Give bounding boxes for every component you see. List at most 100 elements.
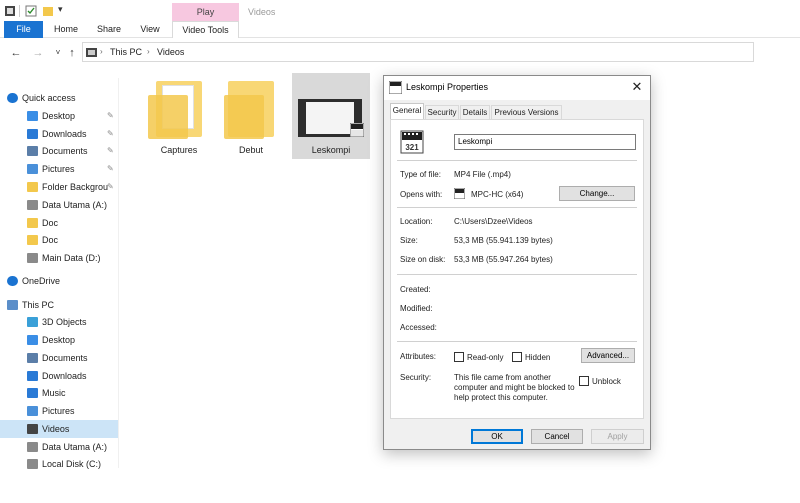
documents-icon	[27, 353, 38, 363]
tab-home[interactable]: Home	[50, 21, 82, 38]
read-only-checkbox[interactable]	[454, 352, 464, 362]
close-icon[interactable]: ✕	[630, 79, 644, 95]
sidebar-item-label: Data Utama (A:)	[42, 442, 108, 452]
pin-icon[interactable]: ✎	[107, 125, 114, 143]
sidebar-item[interactable]: Folder Backgrou ✎	[0, 178, 118, 196]
divider	[397, 274, 637, 275]
opens-with-label: Opens with:	[400, 190, 443, 199]
advanced-button[interactable]: Advanced...	[581, 348, 635, 363]
pin-icon[interactable]: ✎	[107, 107, 114, 125]
qat-customize-icon[interactable]: ▾	[58, 4, 63, 15]
cancel-button[interactable]: Cancel	[531, 429, 583, 444]
sidebar-item[interactable]: Quick access	[0, 89, 118, 107]
dialog-title: Leskompi Properties	[406, 82, 489, 92]
type-of-file-label: Type of file:	[400, 170, 441, 179]
drive-icon	[27, 442, 38, 452]
back-icon[interactable]: ←	[10, 46, 22, 60]
context-tab-play[interactable]: Play	[172, 3, 239, 21]
qat-divider	[19, 5, 20, 17]
change-button[interactable]: Change...	[559, 186, 635, 201]
pin-icon[interactable]: ✎	[107, 142, 114, 160]
sidebar-item[interactable]: Documents	[0, 349, 118, 367]
sidebar-item-label: Main Data (D:)	[42, 253, 101, 263]
file-name-input[interactable]: Leskompi	[454, 134, 636, 150]
sidebar-item[interactable]: Data Utama (A:)	[0, 438, 118, 456]
sidebar-item[interactable]: Documents ✎	[0, 142, 118, 160]
location-label: Location:	[400, 217, 433, 226]
security-label: Security:	[400, 373, 432, 382]
tab-details[interactable]: Details	[460, 105, 490, 120]
unblock-checkbox[interactable]	[579, 376, 589, 386]
size-on-disk-label: Size on disk:	[400, 255, 446, 264]
sidebar-item[interactable]: Doc	[0, 231, 118, 249]
file-item-debut[interactable]: Debut	[212, 73, 290, 159]
sidebar-item[interactable]: Pictures ✎	[0, 160, 118, 178]
security-text-line-3: help protect this computer.	[454, 393, 548, 402]
forward-icon[interactable]: →	[32, 46, 44, 60]
attributes-label: Attributes:	[400, 352, 437, 361]
properties-icon[interactable]	[25, 5, 37, 17]
sidebar-item[interactable]: OneDrive	[0, 272, 118, 290]
up-icon[interactable]: ↑	[66, 46, 78, 60]
computer-icon	[7, 300, 18, 310]
sidebar-item[interactable]: This PC	[0, 296, 118, 314]
breadcrumb-videos[interactable]: Videos	[157, 47, 184, 57]
pin-icon[interactable]: ✎	[107, 178, 114, 196]
address-bar[interactable]: › This PC › Videos	[82, 42, 754, 62]
folder-front-icon	[148, 95, 188, 139]
breadcrumb-separator-icon: ›	[100, 47, 103, 56]
modified-label: Modified:	[400, 304, 433, 313]
sidebar-item[interactable]: Videos	[0, 420, 118, 438]
mpc-hc-app-icon: 321	[400, 130, 424, 154]
ok-button[interactable]: OK	[471, 429, 523, 444]
sidebar-item-label: 3D Objects	[42, 317, 87, 327]
sidebar-item[interactable]: Downloads ✎	[0, 125, 118, 143]
general-panel: 321 Leskompi Type of file: MP4 File (.mp…	[390, 119, 644, 419]
sidebar-item[interactable]: Music	[0, 384, 118, 402]
explorer-video-icon	[5, 6, 15, 16]
sidebar-item[interactable]: Main Data (D:)	[0, 249, 118, 267]
tab-share[interactable]: Share	[92, 21, 126, 38]
hidden-checkbox[interactable]	[512, 352, 522, 362]
sidebar-item-label: Doc	[42, 218, 59, 228]
breadcrumb-separator-icon: ›	[147, 47, 150, 56]
sidebar-item[interactable]: Doc	[0, 214, 118, 232]
sidebar-item[interactable]: Local Disk (C:)	[0, 455, 118, 473]
pin-icon[interactable]: ✎	[107, 160, 114, 178]
unblock-label: Unblock	[592, 377, 621, 386]
tab-general[interactable]: General	[390, 103, 424, 120]
folder-icon	[27, 235, 38, 245]
file-item-captures[interactable]: Captures	[140, 73, 218, 159]
tab-video-tools[interactable]: Video Tools	[172, 21, 239, 38]
sidebar-item-label: Desktop	[42, 111, 76, 121]
tab-previous-versions[interactable]: Previous Versions	[491, 105, 562, 120]
sidebar-item-label: Music	[42, 388, 66, 398]
pictures-icon	[27, 164, 38, 174]
video-frame	[306, 102, 354, 134]
sidebar-item[interactable]: Downloads	[0, 367, 118, 385]
sidebar-item[interactable]: 3D Objects	[0, 313, 118, 331]
folder-icon	[27, 218, 38, 228]
file-item-leskompi[interactable]: Leskompi	[292, 73, 370, 159]
dialog-titlebar: Leskompi Properties ✕	[384, 76, 650, 100]
sidebar-item[interactable]: Pictures	[0, 402, 118, 420]
sidebar-item[interactable]: Desktop	[0, 331, 118, 349]
sidebar-item[interactable]: Data Utama (A:)	[0, 196, 118, 214]
mpc-hc-small-icon	[454, 188, 465, 199]
tab-view[interactable]: View	[134, 21, 166, 38]
breadcrumb-this-pc[interactable]: This PC	[110, 47, 142, 57]
tab-security[interactable]: Security	[425, 105, 459, 120]
sidebar-item[interactable]: Desktop ✎	[0, 107, 118, 125]
sidebar-item-label: Desktop	[42, 335, 76, 345]
size-on-disk-value: 53,3 MB (55.947.264 bytes)	[454, 255, 553, 264]
video-folder-icon	[86, 48, 97, 57]
new-folder-icon[interactable]	[42, 5, 54, 17]
tab-file[interactable]: File	[4, 21, 43, 38]
divider	[397, 341, 637, 342]
apply-button[interactable]: Apply	[591, 429, 644, 444]
recent-locations-icon[interactable]: ˅	[52, 46, 64, 60]
folder-icon	[27, 182, 38, 192]
window-title: Videos	[248, 7, 276, 17]
star-icon	[7, 93, 18, 103]
sidebar-item-label: Downloads	[42, 371, 87, 381]
